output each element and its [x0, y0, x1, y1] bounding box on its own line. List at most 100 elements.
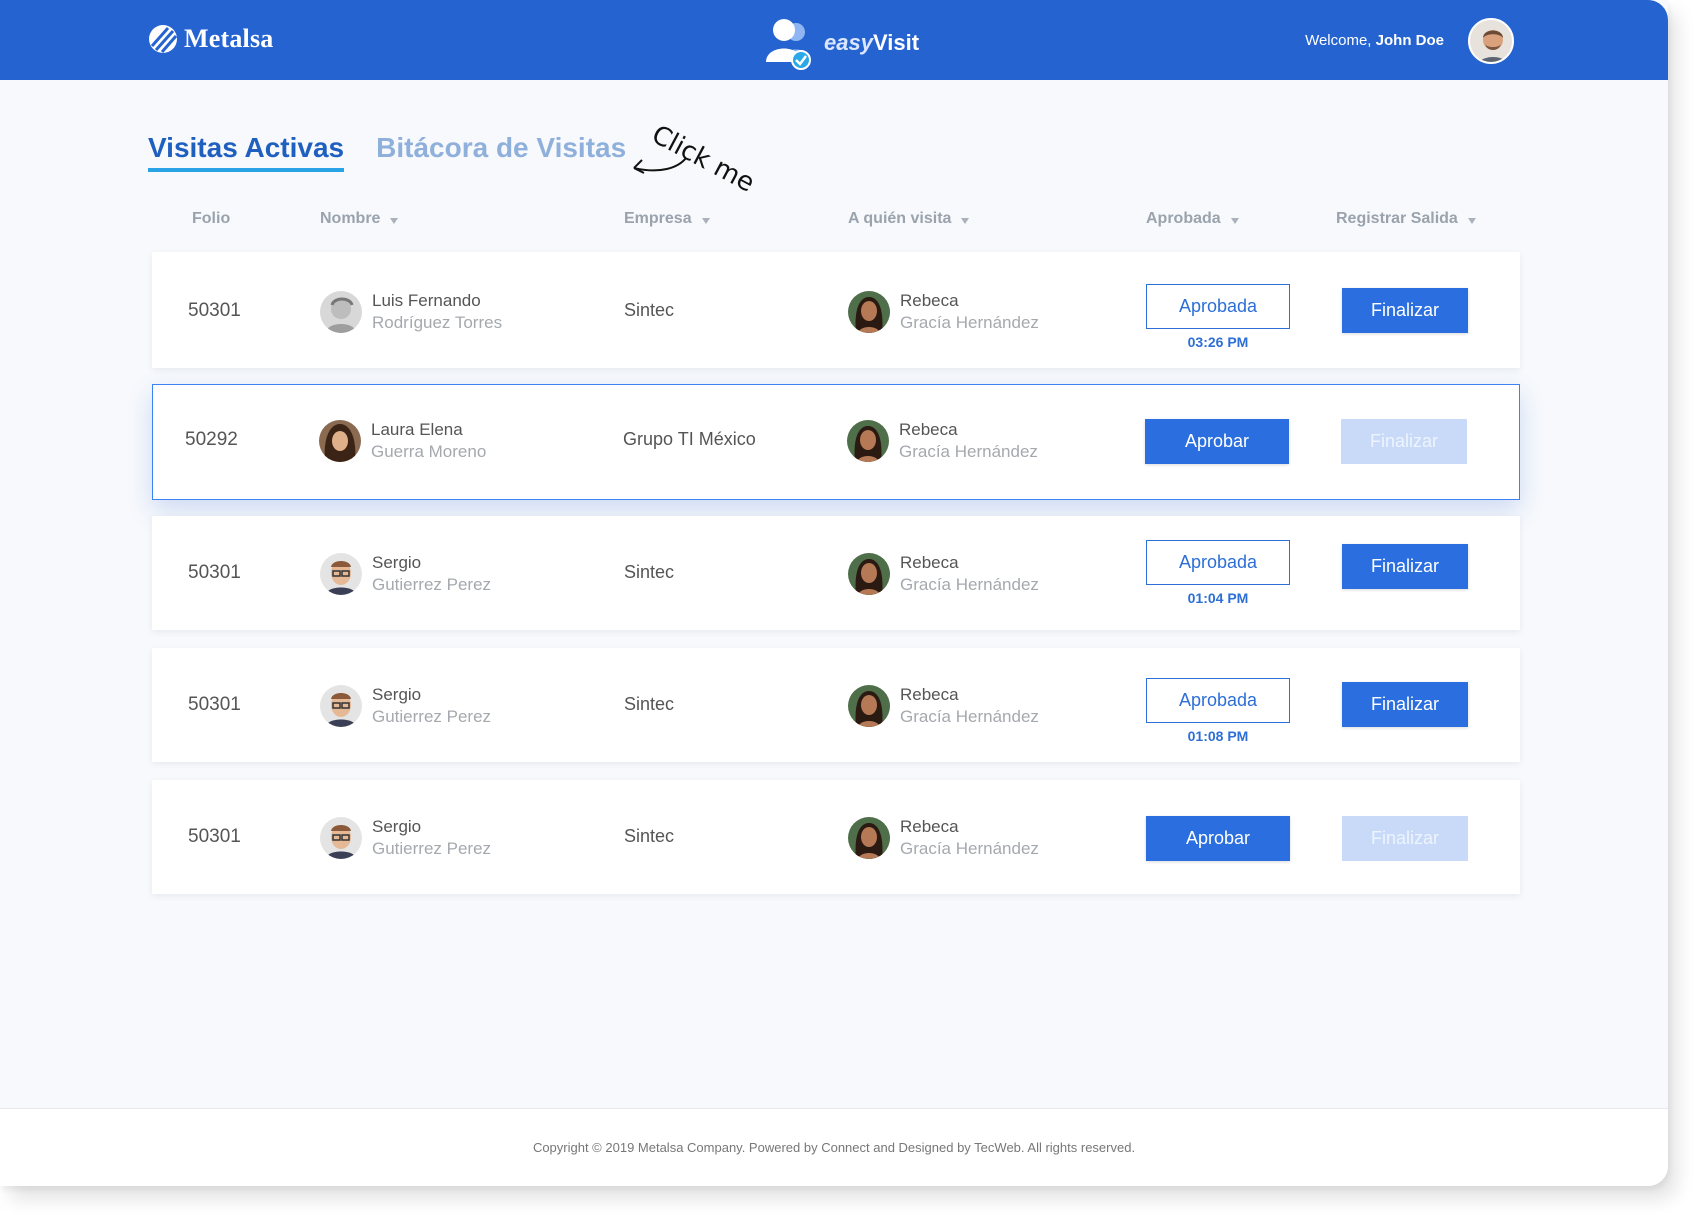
finalize-button[interactable]: Finalizar	[1342, 288, 1468, 333]
click-me-text: Click me	[647, 120, 758, 198]
finalize-button-disabled: Finalizar	[1342, 816, 1468, 861]
column-header-visita[interactable]: A quién visita	[848, 210, 970, 228]
host-last-name: Gracía Hernández	[900, 707, 1039, 726]
visitor-name: Sergio Gutierrez Perez	[320, 684, 491, 728]
brand-logo[interactable]: Metalsa	[148, 24, 273, 54]
host-name: Rebeca Gracía Hernández	[848, 290, 1039, 334]
visitor-first-name: Sergio	[372, 817, 422, 836]
visitor-avatar	[320, 817, 362, 859]
approved-status-button[interactable]: Aprobada	[1146, 284, 1290, 329]
approval-time: 03:26 PM	[1187, 334, 1249, 350]
host-name: Rebeca Gracía Hernández	[848, 684, 1039, 728]
welcome-prefix: Welcome,	[1305, 32, 1372, 49]
column-header-empresa[interactable]: Empresa	[624, 210, 710, 228]
visitor-name: Sergio Gutierrez Perez	[320, 552, 491, 596]
host-name: Rebeca Gracía Hernández	[847, 419, 1038, 463]
host-avatar	[848, 685, 890, 727]
host-last-name: Gracía Hernández	[899, 442, 1038, 461]
column-header-salida[interactable]: Registrar Salida	[1336, 210, 1476, 228]
brand-name: Metalsa	[184, 24, 274, 53]
product-name-bold: Visit	[872, 30, 920, 55]
host-first-name: Rebeca	[900, 685, 959, 704]
product-logo[interactable]: easyVisit	[756, 14, 919, 72]
column-header-nombre[interactable]: Nombre	[320, 210, 399, 228]
host-avatar	[848, 553, 890, 595]
host-name: Rebeca Gracía Hernández	[848, 552, 1039, 596]
table-row[interactable]: 50301 Sergio Gutierrez Perez Sintec Rebec…	[152, 648, 1520, 762]
table-row[interactable]: 50301 Sergio Gutierrez Perez Sintec Rebec…	[152, 780, 1520, 894]
host-first-name: Rebeca	[900, 553, 959, 572]
visitor-first-name: Laura Elena	[371, 420, 463, 439]
tab-bar: Visitas Activas Bitácora de Visitas	[148, 132, 626, 172]
visitor-first-name: Luis Fernando	[372, 291, 481, 310]
sort-caret-icon	[390, 218, 399, 224]
approval-time: 01:08 PM	[1187, 728, 1249, 744]
user-name: John Doe	[1375, 32, 1444, 49]
click-me-annotation: Click me	[633, 120, 758, 198]
host-last-name: Gracía Hernández	[900, 313, 1039, 332]
finalize-button[interactable]: Finalizar	[1342, 682, 1468, 727]
approve-button[interactable]: Aprobar	[1146, 816, 1290, 861]
host-first-name: Rebeca	[900, 291, 959, 310]
approved-status-button[interactable]: Aprobada	[1146, 540, 1290, 585]
app-window: Metalsa easyVisit Welcome, John Doe Visi…	[0, 0, 1668, 1186]
column-header-folio: Folio	[192, 210, 230, 228]
visitor-avatar	[320, 685, 362, 727]
sort-caret-icon	[701, 218, 710, 224]
product-name-light: easy	[824, 30, 873, 55]
finalize-button-disabled: Finalizar	[1341, 419, 1467, 464]
approve-button[interactable]: Aprobar	[1145, 419, 1289, 464]
host-avatar	[848, 291, 890, 333]
sort-caret-icon	[1467, 218, 1476, 224]
folio-value: 50301	[188, 826, 241, 847]
table-row-selected[interactable]: 50292 Laura Elena Guerra Moreno Grupo TI …	[152, 384, 1520, 500]
user-avatar[interactable]	[1468, 18, 1514, 64]
finalize-button[interactable]: Finalizar	[1342, 544, 1468, 589]
sort-caret-icon	[961, 218, 970, 224]
product-name: easyVisit	[824, 30, 919, 56]
table-row[interactable]: 50301 Sergio Gutierrez Perez Sintec Rebec…	[152, 516, 1520, 630]
visitor-last-name: Rodríguez Torres	[372, 313, 503, 332]
folio-value: 50301	[188, 562, 241, 583]
table-row[interactable]: 50301 Luis Fernando Rodríguez Torres Sint…	[152, 252, 1520, 368]
metalsa-logo-icon	[149, 25, 178, 53]
column-label-aprobada: Aprobada	[1146, 210, 1221, 227]
column-header-aprobada[interactable]: Aprobada	[1146, 210, 1239, 228]
visitor-last-name: Guerra Moreno	[371, 442, 487, 461]
approval-time: 01:04 PM	[1187, 590, 1249, 606]
visitor-avatar	[320, 553, 362, 595]
host-avatar	[848, 817, 890, 859]
welcome-text: Welcome, John Doe	[1305, 32, 1444, 49]
company-value: Sintec	[624, 300, 675, 320]
top-bar: Metalsa easyVisit Welcome, John Doe	[0, 0, 1668, 80]
tab-bitacora-visitas[interactable]: Bitácora de Visitas	[376, 132, 626, 172]
copyright-text: Copyright © 2019 Metalsa Company. Powere…	[532, 1140, 1136, 1155]
visitor-avatar	[320, 291, 362, 333]
folio-value: 50301	[188, 694, 241, 715]
company-value: Grupo TI México	[623, 429, 756, 449]
host-first-name: Rebeca	[899, 420, 958, 439]
company-value: Sintec	[624, 562, 675, 582]
visitor-name: Laura Elena Guerra Moreno	[319, 419, 486, 463]
host-name: Rebeca Gracía Hernández	[848, 816, 1039, 860]
column-label-visita: A quién visita	[848, 210, 952, 227]
approved-status-button[interactable]: Aprobada	[1146, 678, 1290, 723]
folio-value: 50292	[185, 429, 238, 450]
visitor-name: Luis Fernando Rodríguez Torres	[320, 290, 502, 334]
column-label-salida: Registrar Salida	[1336, 210, 1458, 227]
column-label-nombre: Nombre	[320, 210, 381, 227]
visitor-first-name: Sergio	[372, 553, 422, 572]
visitor-avatar	[319, 420, 361, 462]
column-label-empresa: Empresa	[624, 210, 692, 227]
tab-visitas-activas[interactable]: Visitas Activas	[148, 132, 345, 172]
visitor-last-name: Gutierrez Perez	[372, 575, 492, 594]
footer: Copyright © 2019 Metalsa Company. Powere…	[0, 1108, 1668, 1186]
visitor-user-icon	[766, 19, 811, 70]
visitor-last-name: Gutierrez Perez	[372, 707, 492, 726]
host-first-name: Rebeca	[900, 817, 959, 836]
company-value: Sintec	[624, 694, 675, 714]
column-label-folio: Folio	[192, 210, 231, 227]
host-last-name: Gracía Hernández	[900, 575, 1039, 594]
visitor-last-name: Gutierrez Perez	[372, 839, 492, 858]
host-avatar	[847, 420, 889, 462]
